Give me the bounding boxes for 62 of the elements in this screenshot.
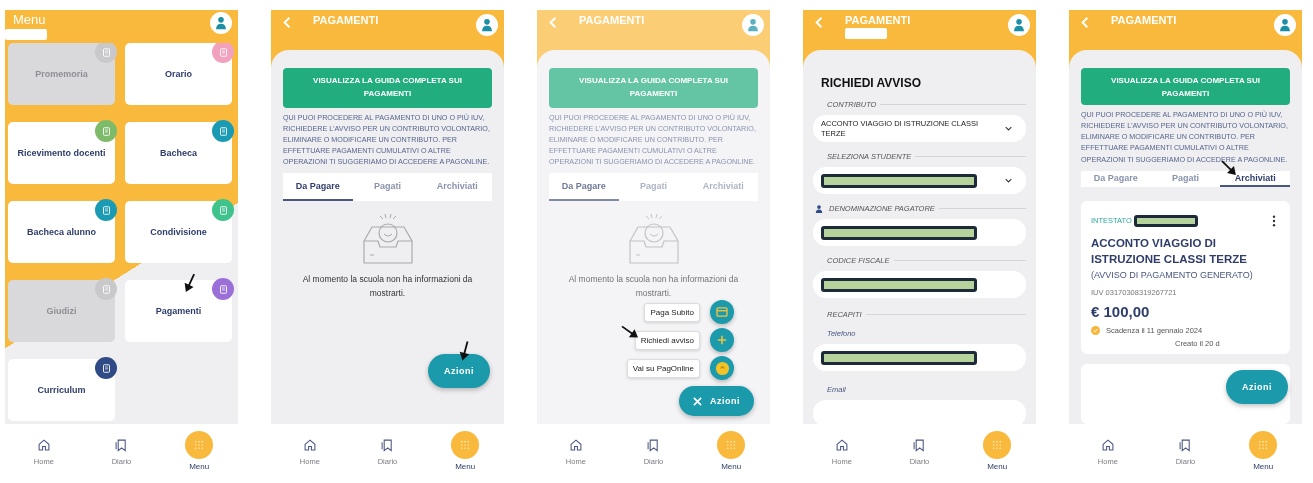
menu-tile[interactable]: Condivisione bbox=[125, 201, 232, 263]
action-label[interactable]: Richiedi avviso bbox=[634, 330, 700, 350]
grid-icon bbox=[185, 431, 214, 459]
avatar-icon[interactable] bbox=[1274, 14, 1296, 36]
close-icon bbox=[693, 396, 702, 406]
tab[interactable]: Pagati bbox=[1150, 170, 1221, 187]
menu-tile[interactable]: Bacheca alunno bbox=[8, 201, 115, 263]
tab[interactable]: Da Pagare bbox=[1081, 170, 1151, 187]
guide-button[interactable]: VISUALIZZA LA GUIDA COMPLETA SUI PAGAMENTI bbox=[1081, 68, 1290, 105]
grid-icon bbox=[983, 431, 1012, 459]
menu-tile[interactable]: Bacheca bbox=[125, 122, 232, 184]
empty-message: Al momento la scuola non ha informazioni da mostrarti. bbox=[301, 273, 474, 300]
nav-tab[interactable]: Menu bbox=[692, 424, 770, 478]
avatar-icon[interactable] bbox=[742, 14, 764, 36]
empty-message: Al momento la scuola non ha informazioni da mostrarti. bbox=[567, 273, 740, 300]
grid-icon bbox=[451, 431, 480, 459]
tab[interactable]: Archiviati bbox=[422, 173, 492, 202]
card-icon[interactable] bbox=[710, 300, 734, 324]
tab[interactable]: Pagati bbox=[352, 173, 423, 202]
nav-tab[interactable]: Menu bbox=[1224, 424, 1302, 478]
nav-tab[interactable]: Menu bbox=[160, 424, 238, 478]
menu-tile[interactable]: Curriculum bbox=[8, 359, 115, 421]
avatar-icon[interactable] bbox=[210, 12, 232, 34]
screen-title: PAGAMENTI bbox=[1111, 14, 1177, 26]
chevron-down-icon bbox=[1005, 126, 1012, 131]
avatar-icon[interactable] bbox=[1008, 14, 1030, 36]
check-icon bbox=[1091, 326, 1100, 335]
guide-button[interactable]: VISUALIZZA LA GUIDA COMPLETA SUI PAGAMENTI bbox=[283, 68, 492, 108]
chevron-left-icon bbox=[1081, 16, 1089, 29]
nav-tab[interactable]: Menu bbox=[958, 424, 1036, 478]
chevron-down-icon bbox=[1005, 178, 1012, 183]
actions-button[interactable]: Azioni bbox=[1226, 370, 1288, 404]
nav-tab[interactable]: Menu bbox=[426, 424, 504, 478]
action-label[interactable]: Paga Subito bbox=[644, 302, 700, 322]
chevron-left-icon bbox=[815, 16, 823, 29]
action-label[interactable]: Vai su PagOnline bbox=[626, 358, 700, 378]
grid-icon bbox=[717, 431, 746, 459]
actions-button[interactable]: Azioni bbox=[428, 354, 490, 388]
payment-title: ACCONTO VIAGGIO DI ISTRUZIONE CLASSI TERZE bbox=[1091, 235, 1248, 268]
avatar-icon[interactable] bbox=[476, 14, 498, 36]
input-field[interactable] bbox=[813, 344, 1026, 371]
screen-title: PAGAMENTI bbox=[579, 14, 645, 26]
chevron-left-icon bbox=[283, 16, 291, 29]
form-title: RICHIEDI AVVISO bbox=[821, 76, 922, 90]
actions-button[interactable]: Azioni bbox=[679, 386, 754, 416]
menu-tile[interactable]: Ricevimento docenti bbox=[8, 122, 115, 184]
screen-title: PAGAMENTI bbox=[845, 14, 911, 26]
menu-tile[interactable]: Pagamenti bbox=[125, 280, 232, 342]
tab[interactable]: Da Pagare bbox=[549, 173, 619, 202]
payment-amount: € 100,00 bbox=[1091, 303, 1151, 320]
menu-tile[interactable]: Orario bbox=[125, 43, 232, 105]
plus-icon[interactable] bbox=[710, 328, 734, 352]
input-field[interactable] bbox=[813, 271, 1026, 298]
payment-status: (AVVISO DI PAGAMENTO GENERATO) bbox=[1091, 270, 1254, 280]
screen-title: PAGAMENTI bbox=[313, 14, 379, 26]
input-field[interactable] bbox=[813, 219, 1026, 246]
coin-icon[interactable] bbox=[710, 356, 734, 380]
tab[interactable]: Da Pagare bbox=[283, 173, 353, 202]
chevron-left-icon bbox=[549, 16, 557, 29]
screen-title: Menu bbox=[13, 12, 46, 27]
select-field[interactable] bbox=[813, 167, 1026, 194]
grid-icon bbox=[1249, 431, 1278, 459]
